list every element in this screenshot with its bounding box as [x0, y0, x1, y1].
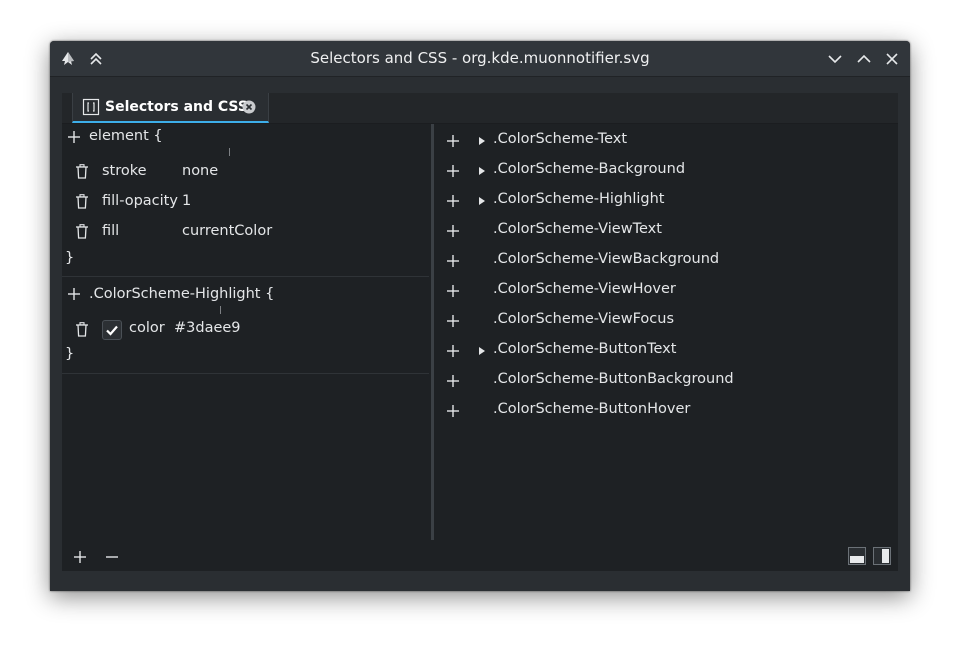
trash-icon[interactable]: [75, 322, 89, 337]
plus-icon[interactable]: [446, 344, 460, 358]
trash-icon[interactable]: [75, 164, 89, 179]
tab-selectors-and-css[interactable]: Selectors and CSS: [72, 93, 269, 123]
property-value[interactable]: #3daee9: [174, 320, 241, 336]
selector-row[interactable]: .ColorScheme-ViewText: [436, 216, 898, 246]
plus-icon[interactable]: [67, 130, 81, 144]
window-title: Selectors and CSS - org.kde.muonnotifier…: [310, 49, 650, 67]
plus-icon[interactable]: [446, 134, 460, 148]
text-cursor: [229, 148, 230, 156]
property-name[interactable]: fill: [102, 223, 119, 239]
layout-horizontal-icon: [850, 556, 864, 563]
chevron-up-icon[interactable]: [855, 50, 873, 68]
selector-label[interactable]: .ColorScheme-ButtonText: [493, 341, 676, 357]
layout-horizontal-button[interactable]: [848, 547, 866, 565]
selector-label[interactable]: .ColorScheme-ViewBackground: [493, 251, 719, 267]
text-cursor: [220, 306, 221, 314]
style-rules-pane: element { stroke none fill-opacity 1 fil…: [62, 124, 429, 542]
plus-icon[interactable]: [446, 284, 460, 298]
selector-label[interactable]: .ColorScheme-ViewHover: [493, 281, 676, 297]
selector-label[interactable]: .ColorScheme-ButtonBackground: [493, 371, 734, 387]
dock-tab-bar: Selectors and CSS: [62, 93, 898, 124]
title-bar[interactable]: Selectors and CSS - org.kde.muonnotifier…: [50, 41, 910, 77]
plus-icon[interactable]: [446, 404, 460, 418]
close-icon[interactable]: [883, 50, 901, 68]
selector-row[interactable]: .ColorScheme-Highlight: [436, 186, 898, 216]
rule-divider: [62, 373, 429, 374]
checkmark-icon: [106, 325, 118, 336]
selector-label[interactable]: .ColorScheme-ButtonHover: [493, 401, 690, 417]
selector-label[interactable]: .ColorScheme-Text: [493, 131, 627, 147]
plus-icon[interactable]: [446, 254, 460, 268]
plus-icon[interactable]: [446, 164, 460, 178]
selector-row[interactable]: .ColorScheme-ButtonBackground: [436, 366, 898, 396]
triangle-right-icon[interactable]: [477, 196, 487, 206]
rule-selector[interactable]: .ColorScheme-Highlight {: [89, 286, 274, 302]
selector-label[interactable]: .ColorScheme-ViewFocus: [493, 311, 674, 327]
triangle-right-icon[interactable]: [477, 136, 487, 146]
selector-tree: .ColorScheme-Text .ColorScheme-Background…: [436, 124, 898, 542]
trash-icon[interactable]: [75, 224, 89, 239]
property-value[interactable]: 1: [182, 193, 191, 209]
property-name[interactable]: fill-opacity: [102, 193, 178, 209]
selector-row[interactable]: .ColorScheme-ViewHover: [436, 276, 898, 306]
selector-label[interactable]: .ColorScheme-Background: [493, 161, 685, 177]
selector-row[interactable]: .ColorScheme-Text: [436, 126, 898, 156]
rule-closing-brace: }: [65, 346, 75, 362]
rule-block-element: element { stroke none fill-opacity 1 fil…: [62, 124, 429, 276]
pane-splitter[interactable]: [431, 124, 434, 540]
selectors-panel: element { stroke none fill-opacity 1 fil…: [62, 124, 898, 571]
tab-label: Selectors and CSS: [105, 99, 248, 115]
plus-icon[interactable]: [446, 314, 460, 328]
dialog-window: Selectors and CSS - org.kde.muonnotifier…: [50, 41, 910, 591]
rule-selector[interactable]: element {: [89, 128, 163, 144]
selector-row[interactable]: .ColorScheme-ViewBackground: [436, 246, 898, 276]
plus-icon[interactable]: [73, 550, 87, 564]
selector-row[interactable]: .ColorScheme-ViewFocus: [436, 306, 898, 336]
trash-icon[interactable]: [75, 194, 89, 209]
layout-vertical-button[interactable]: [873, 547, 891, 565]
property-name[interactable]: color: [129, 320, 165, 336]
chevron-down-icon[interactable]: [826, 50, 844, 68]
plus-icon[interactable]: [446, 374, 460, 388]
property-value[interactable]: none: [182, 163, 218, 179]
selector-row[interactable]: .ColorScheme-ButtonHover: [436, 396, 898, 426]
triangle-right-icon[interactable]: [477, 346, 487, 356]
plus-icon[interactable]: [446, 194, 460, 208]
rule-block-colorscheme-highlight: .ColorScheme-Highlight { color #3daee9 }: [62, 277, 429, 373]
selector-label[interactable]: .ColorScheme-ViewText: [493, 221, 662, 237]
selector-row[interactable]: .ColorScheme-ButtonText: [436, 336, 898, 366]
property-name[interactable]: stroke: [102, 163, 147, 179]
selector-row[interactable]: .ColorScheme-Background: [436, 156, 898, 186]
property-enabled-checkbox[interactable]: [102, 320, 122, 340]
rule-closing-brace: }: [65, 250, 75, 266]
selector-label[interactable]: .ColorScheme-Highlight: [493, 191, 665, 207]
triangle-right-icon[interactable]: [477, 166, 487, 176]
plus-icon[interactable]: [446, 224, 460, 238]
plus-icon[interactable]: [67, 287, 81, 301]
minus-icon[interactable]: [105, 550, 119, 564]
css-selector-icon: [82, 98, 100, 116]
layout-vertical-icon: [882, 549, 889, 563]
property-value[interactable]: currentColor: [182, 223, 272, 239]
bottom-toolbar: [62, 542, 898, 571]
close-tab-icon[interactable]: [242, 100, 256, 114]
